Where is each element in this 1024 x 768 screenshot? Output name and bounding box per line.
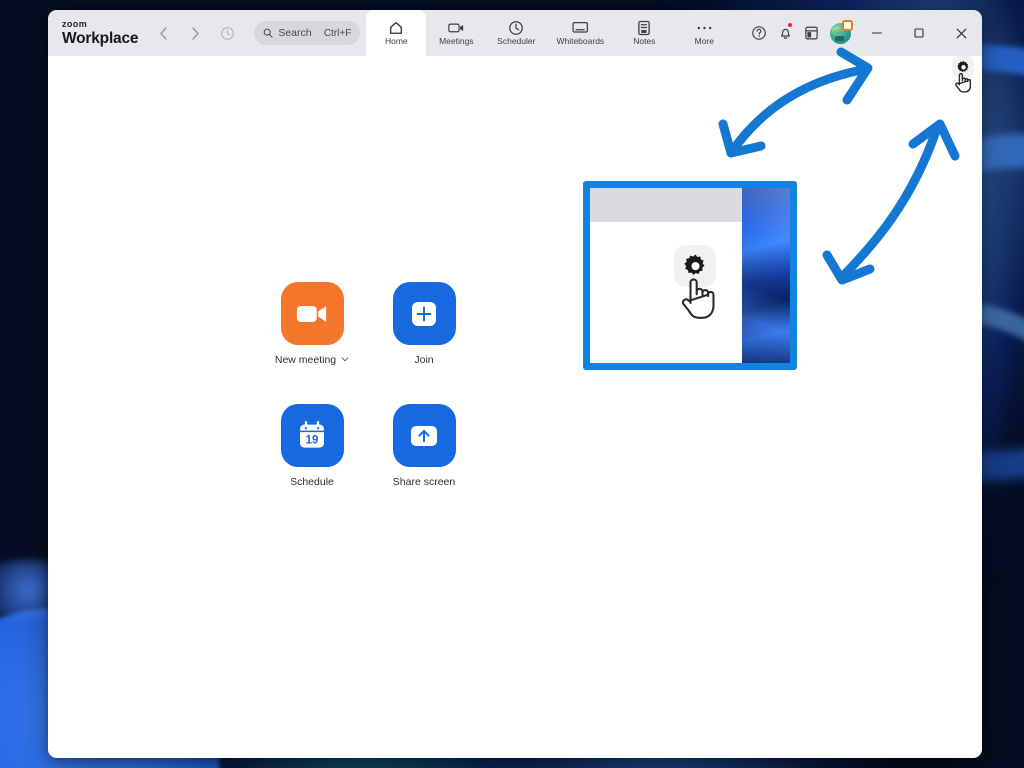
home-content: New meeting Join 19 Schedule Share scree… xyxy=(48,56,982,758)
ellipsis-icon xyxy=(696,20,713,35)
video-camera-icon xyxy=(448,20,465,35)
search-placeholder: Search xyxy=(278,27,312,39)
avatar[interactable] xyxy=(824,10,856,56)
home-icon xyxy=(388,20,404,35)
zoom-workplace-window: zoom Workplace Search Ctrl+F Home Meetin… xyxy=(48,10,982,758)
schedule-label-row: Schedule xyxy=(290,476,334,488)
schedule-label: Schedule xyxy=(290,476,334,488)
clock-icon xyxy=(508,20,524,35)
join-button[interactable]: Join xyxy=(368,282,480,404)
brand-zoom-text: zoom xyxy=(62,18,88,29)
notifications-bell-icon[interactable] xyxy=(772,10,798,56)
tab-scheduler-label: Scheduler xyxy=(497,36,536,47)
search-shortcut: Ctrl+F xyxy=(323,27,352,39)
forward-button[interactable] xyxy=(184,22,206,44)
tab-whiteboards[interactable]: Whiteboards xyxy=(546,10,614,56)
share-screen-button[interactable]: Share screen xyxy=(368,404,480,526)
main-tabs: Home Meetings Scheduler Whiteboards Note… xyxy=(366,10,734,56)
window-titlebar: zoom Workplace Search Ctrl+F Home Meetin… xyxy=(48,10,982,56)
tab-more-label: More xyxy=(694,36,714,47)
help-icon[interactable] xyxy=(746,10,772,56)
search-icon xyxy=(263,28,273,38)
share-screen-label-row: Share screen xyxy=(393,476,455,488)
history-clock-icon[interactable] xyxy=(216,22,238,44)
tab-more[interactable]: More xyxy=(674,10,734,56)
new-meeting-button[interactable]: New meeting xyxy=(256,282,368,404)
share-screen-tile[interactable] xyxy=(392,404,456,467)
tab-notes-label: Notes xyxy=(633,36,656,47)
avatar-status-badge xyxy=(842,20,853,31)
schedule-tile[interactable]: 19 xyxy=(280,404,344,467)
back-button[interactable] xyxy=(152,22,174,44)
tab-meetings-label: Meetings xyxy=(439,36,474,47)
whiteboard-icon xyxy=(572,20,589,35)
join-label: Join xyxy=(414,354,434,366)
join-label-row: Join xyxy=(414,354,433,366)
minimize-button[interactable] xyxy=(856,10,898,56)
tab-scheduler[interactable]: Scheduler xyxy=(486,10,546,56)
schedule-button[interactable]: 19 Schedule xyxy=(256,404,368,526)
tab-notes[interactable]: Notes xyxy=(614,10,674,56)
maximize-button[interactable] xyxy=(898,10,940,56)
plus-icon xyxy=(412,301,436,326)
up-arrow-icon xyxy=(411,425,437,446)
search-input[interactable]: Search Ctrl+F xyxy=(254,21,361,45)
share-screen-label: Share screen xyxy=(392,476,456,488)
video-camera-icon xyxy=(296,305,327,322)
app-logo: zoom Workplace xyxy=(62,18,142,47)
new-meeting-label: New meeting xyxy=(274,354,337,366)
new-meeting-tile[interactable] xyxy=(280,282,344,345)
chevron-down-icon[interactable] xyxy=(341,356,349,364)
svg-text:19: 19 xyxy=(306,434,319,446)
titlebar-left-group: zoom Workplace Search Ctrl+F xyxy=(48,10,361,56)
join-tile[interactable] xyxy=(392,282,456,345)
calendar-icon: 19 xyxy=(297,420,327,451)
brand-workplace-text: Workplace xyxy=(62,29,139,47)
notification-dot xyxy=(787,22,793,28)
quick-actions-grid: New meeting Join 19 Schedule Share scree… xyxy=(256,282,480,526)
new-meeting-label-row: New meeting xyxy=(275,354,349,366)
tab-whiteboards-label: Whiteboards xyxy=(556,36,605,47)
tab-home-label: Home xyxy=(384,36,408,47)
tab-meetings[interactable]: Meetings xyxy=(426,10,486,56)
close-button[interactable] xyxy=(940,10,982,56)
titlebar-right-group xyxy=(746,10,982,56)
notes-icon xyxy=(637,20,651,35)
app-window-icon[interactable] xyxy=(798,10,824,56)
tab-home[interactable]: Home xyxy=(366,10,427,56)
